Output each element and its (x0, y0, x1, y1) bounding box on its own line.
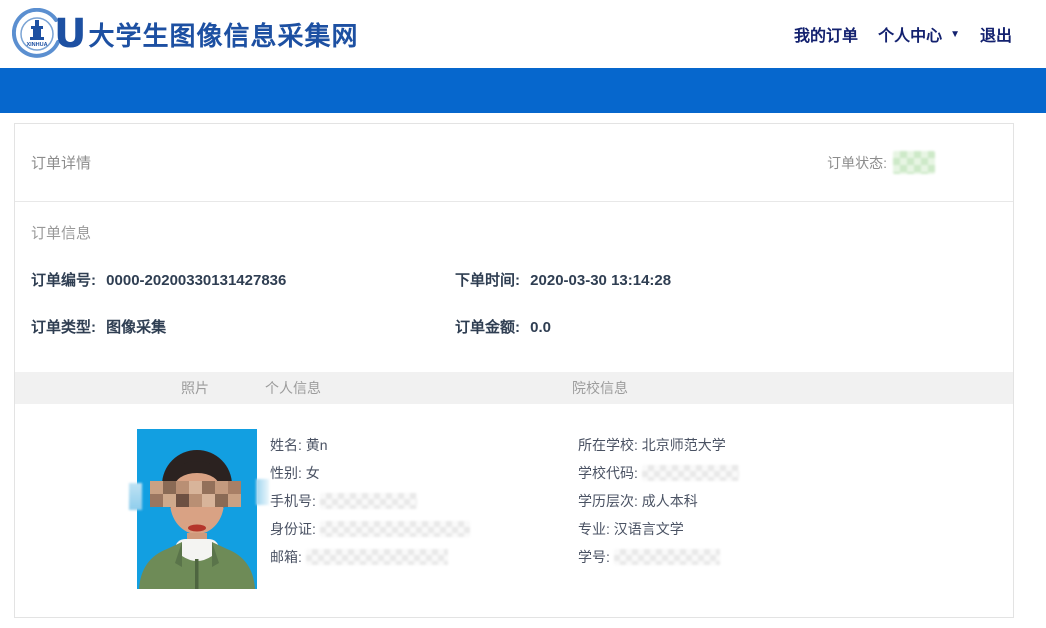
major-value: 汉语言文学 (614, 521, 684, 537)
column-header-photo: 照片 (181, 378, 209, 398)
nav-my-orders[interactable]: 我的订单 (794, 22, 858, 46)
order-time-label: 下单时间: (455, 272, 520, 289)
idcard-label: 身份证: (270, 521, 316, 537)
blur-spill-right (256, 479, 269, 505)
order-amount-cell: 订单金额: 0.0 (455, 316, 551, 337)
student-id-value-redacted (614, 549, 720, 565)
nav-personal-center[interactable]: 个人中心 ▼ (878, 22, 960, 46)
nav-personal-center-label: 个人中心 (878, 22, 942, 46)
order-amount-label: 订单金额: (455, 319, 520, 336)
chevron-down-icon[interactable]: ▼ (950, 29, 960, 40)
student-id-label: 学号: (578, 549, 610, 565)
letter-u-icon: U (54, 14, 84, 54)
name-label: 姓名: (270, 437, 302, 453)
site-logo[interactable]: XINHUA U 大学生图像信息采集网 (12, 8, 359, 60)
column-header-school: 院校信息 (572, 378, 628, 398)
top-header: XINHUA U 大学生图像信息采集网 我的订单 个人中心 ▼ 退出 (0, 0, 1046, 68)
order-time-cell: 下单时间: 2020-03-30 13:14:28 (455, 269, 671, 290)
school-value: 北京师范大学 (642, 437, 726, 453)
order-detail-card: 订单详情 订单状态: 订单信息 订单编号: 0000-2020033013142… (14, 123, 1014, 618)
blue-banner (0, 68, 1046, 113)
education-level-label: 学历层次: (578, 493, 638, 509)
gender-value: 女 (306, 465, 320, 481)
site-title: 大学生图像信息采集网 (88, 16, 358, 53)
phone-label: 手机号: (270, 493, 316, 509)
major-row: 专业: 汉语言文学 (578, 515, 1013, 543)
card-header: 订单详情 订单状态: (15, 124, 1013, 202)
detail-table-header: 照片 个人信息 院校信息 (15, 372, 1013, 404)
personal-phone-row: 手机号: (270, 487, 564, 515)
personal-email-row: 邮箱: (270, 543, 564, 571)
order-number-label: 订单编号: (31, 272, 96, 289)
school-code-value-redacted (642, 465, 739, 481)
education-level-row: 学历层次: 成人本科 (578, 487, 1013, 515)
order-info-title: 订单信息 (31, 222, 997, 243)
personal-gender-row: 性别: 女 (270, 459, 564, 487)
gender-label: 性别: (270, 465, 302, 481)
order-number-value: 0000-20200330131427836 (106, 272, 286, 289)
order-type-value: 图像采集 (106, 319, 166, 336)
portrait-image (137, 429, 257, 589)
school-label: 所在学校: (578, 437, 638, 453)
column-header-personal: 个人信息 (265, 378, 321, 398)
order-info-row-2: 订单类型: 图像采集 订单金额: 0.0 (31, 316, 997, 337)
header-nav: 我的订单 个人中心 ▼ 退出 (794, 22, 1012, 46)
school-info-column: 所在学校: 北京师范大学 学校代码: 学历层次: 成人本科 专业: 汉语言文学 … (578, 429, 1013, 589)
student-id-row: 学号: (578, 543, 1013, 571)
nav-logout[interactable]: 退出 (980, 22, 1012, 46)
idcard-value-redacted (320, 521, 470, 537)
emblem-label: XINHUA (26, 42, 47, 48)
order-status-badge (893, 151, 935, 174)
email-label: 邮箱: (270, 549, 302, 565)
eye-blur-mosaic (150, 481, 241, 507)
school-code-label: 学校代码: (578, 465, 638, 481)
personal-idcard-row: 身份证: (270, 515, 564, 543)
order-status: 订单状态: (827, 151, 935, 174)
name-value: 黄n (306, 437, 328, 453)
personal-info-column: 姓名: 黄n 性别: 女 手机号: 身份证: 邮箱: (270, 429, 564, 589)
order-type-label: 订单类型: (31, 319, 96, 336)
school-code-row: 学校代码: (578, 459, 1013, 487)
order-type-cell: 订单类型: 图像采集 (31, 316, 455, 337)
personal-name-row: 姓名: 黄n (270, 431, 564, 459)
order-time-value: 2020-03-30 13:14:28 (530, 272, 671, 289)
detail-content: 姓名: 黄n 性别: 女 手机号: 身份证: 邮箱: 所在学校: (15, 404, 1013, 589)
order-info-row-1: 订单编号: 0000-20200330131427836 下单时间: 2020-… (31, 269, 997, 290)
blur-spill-left (129, 483, 142, 510)
email-value-redacted (306, 549, 448, 565)
student-photo (137, 429, 257, 589)
education-level-value: 成人本科 (642, 493, 698, 509)
order-number-cell: 订单编号: 0000-20200330131427836 (31, 269, 455, 290)
page-title: 订单详情 (31, 152, 91, 173)
order-info-section: 订单信息 订单编号: 0000-20200330131427836 下单时间: … (15, 202, 1013, 372)
order-status-label: 订单状态: (827, 153, 887, 173)
order-amount-value: 0.0 (530, 319, 551, 336)
major-label: 专业: (578, 521, 610, 537)
school-name-row: 所在学校: 北京师范大学 (578, 431, 1013, 459)
phone-value-redacted (320, 493, 417, 509)
